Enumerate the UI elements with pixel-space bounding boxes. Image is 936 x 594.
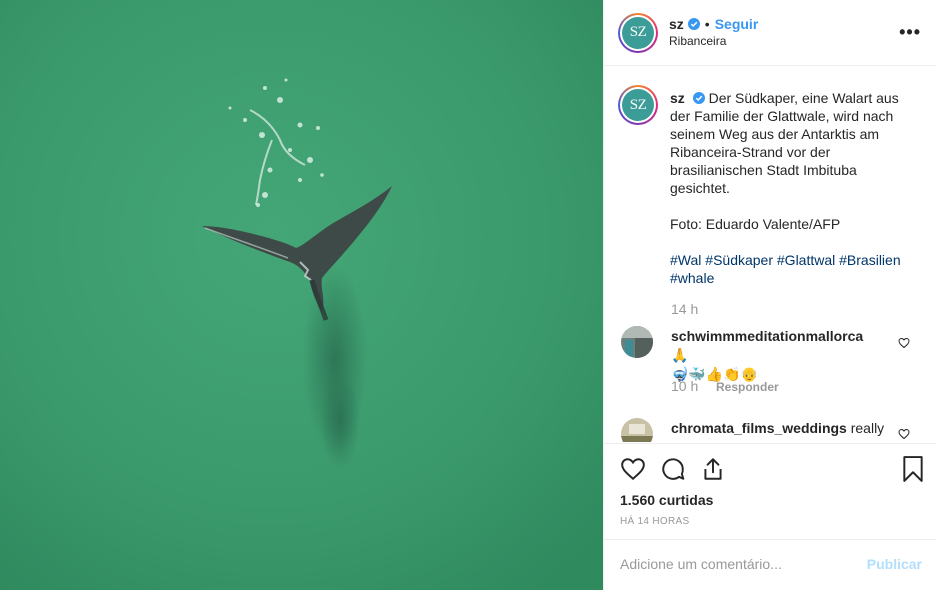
verified-badge-icon [687,18,700,30]
username-link[interactable]: sz [669,16,684,33]
separator-dot: • [704,15,710,32]
hashtag-link[interactable]: #Brasilien [839,252,900,268]
post-timestamp[interactable]: HÁ 14 HORAS [620,516,689,527]
reply-button[interactable]: Responder [716,380,779,394]
heart-icon[interactable] [620,456,646,482]
comment-username[interactable]: schwimmmeditationmallorca [671,328,863,344]
verified-badge-icon [692,92,705,104]
caption-text-block: sz Der Südkaper, eine Walart aus der Fam… [670,89,910,287]
profile-avatar[interactable]: SZ [618,12,658,53]
post-photo[interactable] [0,0,603,590]
comment-text: 🙏 [671,347,689,363]
photo-credit: Foto: Eduardo Valente/AFP [670,216,841,232]
publish-button[interactable]: Publicar [867,556,922,572]
comment-bubble-icon[interactable] [660,456,686,482]
comment-item: chromata_films_weddings really [671,419,891,438]
caption-time[interactable]: 14 h [671,301,698,317]
comment-text: really [850,420,885,436]
add-comment-bar: Adicione um comentário... Publicar [604,539,936,592]
hashtag-list: #Wal #Südkaper #Glattwal #Brasilien #wha… [670,251,910,287]
post-header: SZ sz • Seguir Ribanceira ••• [604,0,936,66]
post-side-panel: SZ sz • Seguir Ribanceira ••• SZ sz Der … [603,0,936,590]
avatar-logo-text: SZ [622,89,654,121]
share-icon[interactable] [700,456,726,482]
hashtag-link[interactable]: #whale [670,270,714,286]
hashtag-link[interactable]: #Glattwal [777,252,835,268]
commenter-avatar-image [621,418,653,442]
commenter-avatar-image [621,326,653,358]
caption-text: Der Südkaper, eine Walart aus der Famili… [670,90,899,196]
like-comment-heart-icon[interactable] [898,337,910,349]
caption-username[interactable]: sz [670,90,685,106]
commenter-avatar[interactable] [621,326,653,358]
whale-tail-image [0,0,603,590]
likes-count[interactable]: 1.560 curtidas [620,492,713,508]
comment-username[interactable]: chromata_films_weddings [671,420,847,436]
follow-button[interactable]: Seguir [715,16,759,33]
commenter-avatar[interactable] [621,418,653,442]
hashtag-link[interactable]: #Südkaper [705,252,773,268]
post-actions: 1.560 curtidas HÁ 14 HORAS Adicione um c… [604,443,936,594]
comment-input[interactable]: Adicione um comentário... [620,556,782,572]
more-options-icon[interactable]: ••• [899,22,921,43]
comment-item: schwimmmeditationmallorca 🙏 🤿🐳👍👏👴 [671,327,881,384]
comment-time[interactable]: 10 h [671,378,698,394]
location-link[interactable]: Ribanceira [669,33,758,50]
comments-list[interactable]: SZ sz Der Südkaper, eine Walart aus der … [604,67,936,442]
hashtag-link[interactable]: #Wal [670,252,701,268]
caption-avatar[interactable]: SZ [618,85,658,125]
bookmark-icon[interactable] [902,456,924,482]
avatar-logo-text: SZ [622,16,654,49]
like-comment-heart-icon[interactable] [898,428,910,440]
